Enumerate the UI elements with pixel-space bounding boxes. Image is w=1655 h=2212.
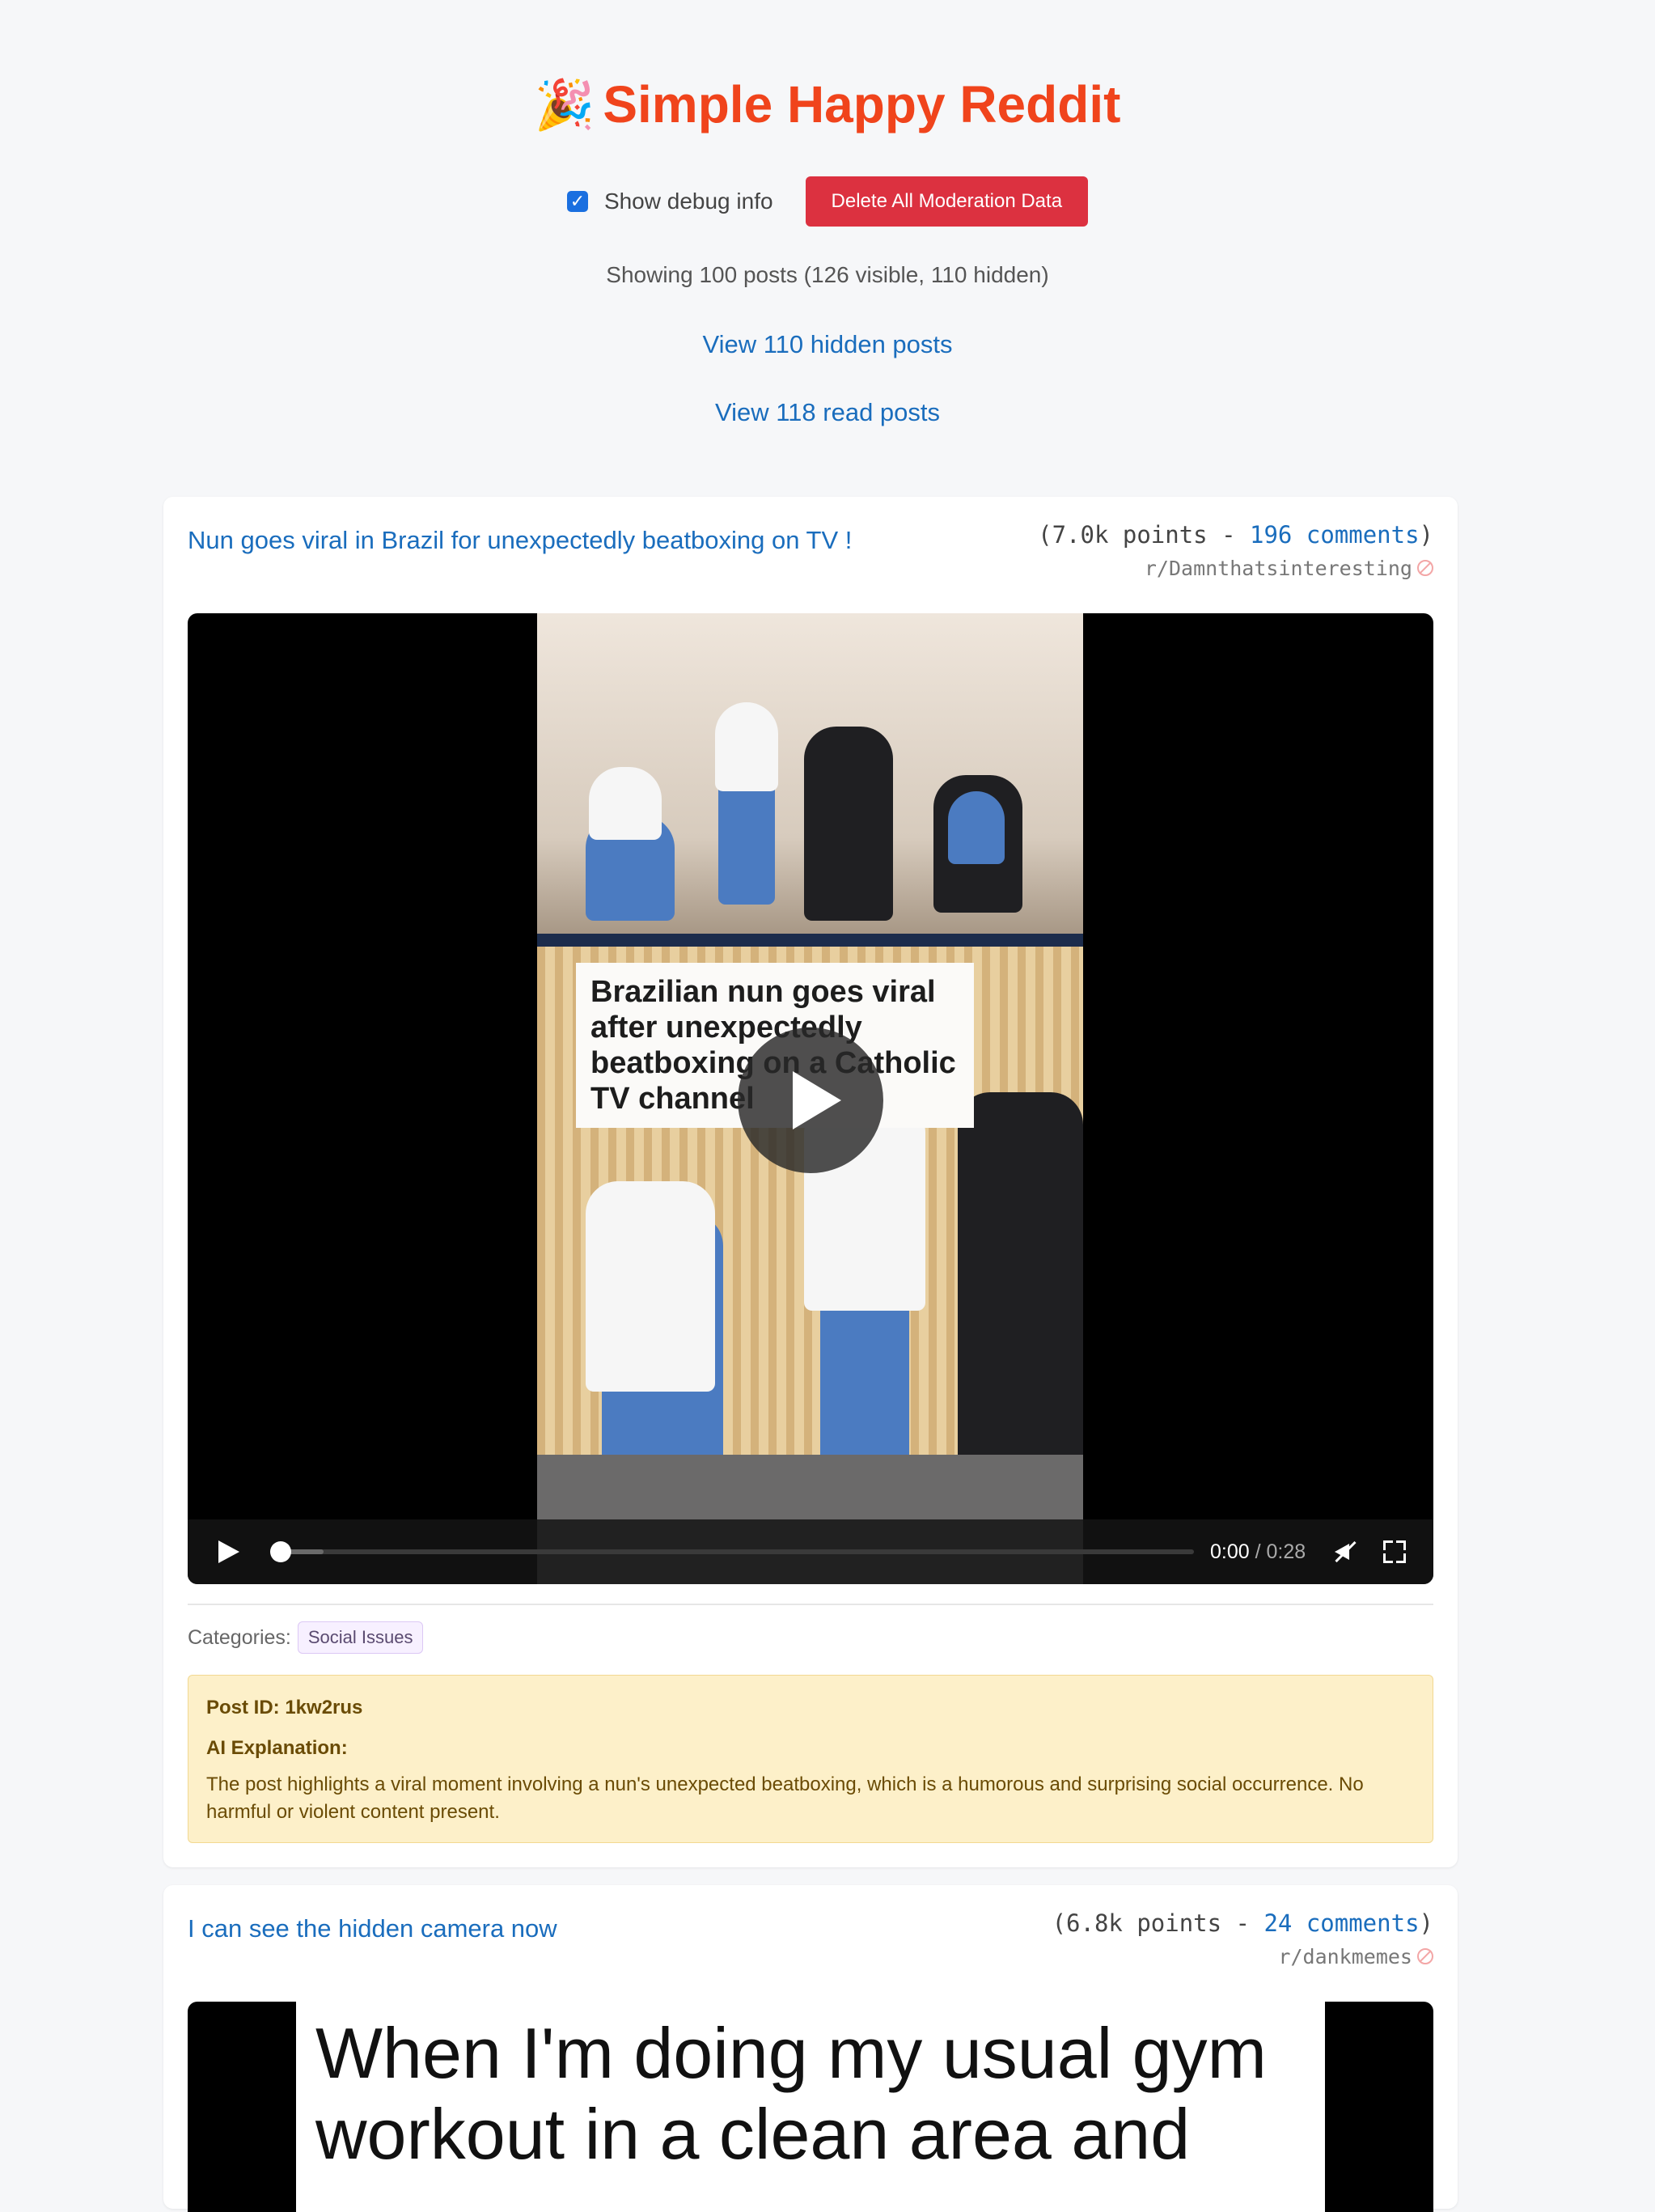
debug-info-box: Post ID: 1kw2rus AI Explanation: The pos… (188, 1675, 1433, 1843)
post-id: Post ID: 1kw2rus (206, 1697, 363, 1718)
post-points: (7.0k points - (1038, 521, 1251, 549)
video-controls-bar: 0:00 / 0:28 (188, 1519, 1433, 1584)
debug-toggle[interactable]: ✓ Show debug info (566, 189, 773, 214)
video-duration: / 0:28 (1255, 1540, 1306, 1563)
post-score: (6.8k points - 24 comments) (1052, 1909, 1433, 1937)
category-tag: Social Issues (297, 1621, 424, 1654)
post-meta: (6.8k points - 24 comments) r/dankmemes (1052, 1909, 1433, 1968)
ai-explanation-text: The post highlights a viral moment invol… (206, 1773, 1364, 1823)
block-subreddit-icon[interactable] (1417, 1948, 1433, 1964)
subreddit-row: r/dankmemes (1052, 1945, 1433, 1968)
controls-row: ✓ Show debug info Delete All Moderation … (0, 176, 1655, 227)
play-icon[interactable] (218, 1540, 239, 1563)
fullscreen-icon[interactable] (1383, 1540, 1407, 1563)
muted-speaker-icon[interactable] (1333, 1540, 1357, 1564)
video-separator (537, 934, 1083, 947)
video-scene-top (537, 613, 1083, 934)
categories-label: Categories: (188, 1625, 291, 1649)
post-title-link[interactable]: I can see the hidden camera now (188, 1914, 557, 1943)
post-meta: (7.0k points - 196 comments) r/Damnthats… (1038, 521, 1433, 580)
progress-handle[interactable] (270, 1541, 291, 1562)
video-progress-bar[interactable] (270, 1541, 1194, 1562)
post-count-status: Showing 100 posts (126 visible, 110 hidd… (606, 262, 1049, 287)
post-image[interactable]: When I'm doing my usual gym workout in a… (188, 2002, 1433, 2212)
block-subreddit-icon[interactable] (1417, 560, 1433, 576)
debug-checkbox[interactable]: ✓ (566, 191, 588, 212)
subreddit-label: r/dankmemes (1278, 1945, 1412, 1968)
view-read-posts-link[interactable]: View 118 read posts (0, 398, 1655, 427)
post-points: (6.8k points - (1052, 1909, 1264, 1937)
video-current-time: 0:00 (1210, 1540, 1250, 1563)
meme-text: When I'm doing my usual gym workout in a… (296, 2002, 1325, 2212)
post-points-close: ) (1419, 521, 1433, 549)
comments-link[interactable]: 196 comments (1250, 521, 1420, 549)
post-score: (7.0k points - 196 comments) (1038, 521, 1433, 549)
comments-link[interactable]: 24 comments (1263, 1909, 1419, 1937)
video-player[interactable]: Brazilian nun goes viral after unexpecte… (188, 613, 1433, 1584)
post-title-link[interactable]: Nun goes viral in Brazil for unexpectedl… (188, 526, 852, 555)
subreddit-label: r/Damnthatsinteresting (1144, 557, 1412, 580)
app-title-text: Simple Happy Reddit (603, 75, 1121, 133)
party-popper-icon: 🎉 (534, 77, 595, 132)
app-title: 🎉 Simple Happy Reddit (535, 74, 1121, 134)
page-header: 🎉 Simple Happy Reddit (0, 0, 1655, 134)
ai-explanation-label: AI Explanation: (206, 1737, 348, 1759)
video-time: 0:00 / 0:28 (1210, 1540, 1306, 1564)
debug-checkbox-label: Show debug info (603, 189, 773, 214)
post-divider (188, 1604, 1433, 1605)
subreddit-row: r/Damnthatsinteresting (1038, 557, 1433, 580)
post-card: Nun goes viral in Brazil for unexpectedl… (163, 497, 1458, 1867)
post-card: I can see the hidden camera now (6.8k po… (163, 1885, 1458, 2212)
post-points-close: ) (1419, 1909, 1433, 1937)
view-hidden-posts-link[interactable]: View 110 hidden posts (0, 330, 1655, 359)
play-button-large[interactable] (738, 1028, 883, 1173)
delete-moderation-data-button[interactable]: Delete All Moderation Data (805, 176, 1089, 227)
categories-row: Categories: Social Issues (188, 1621, 424, 1654)
